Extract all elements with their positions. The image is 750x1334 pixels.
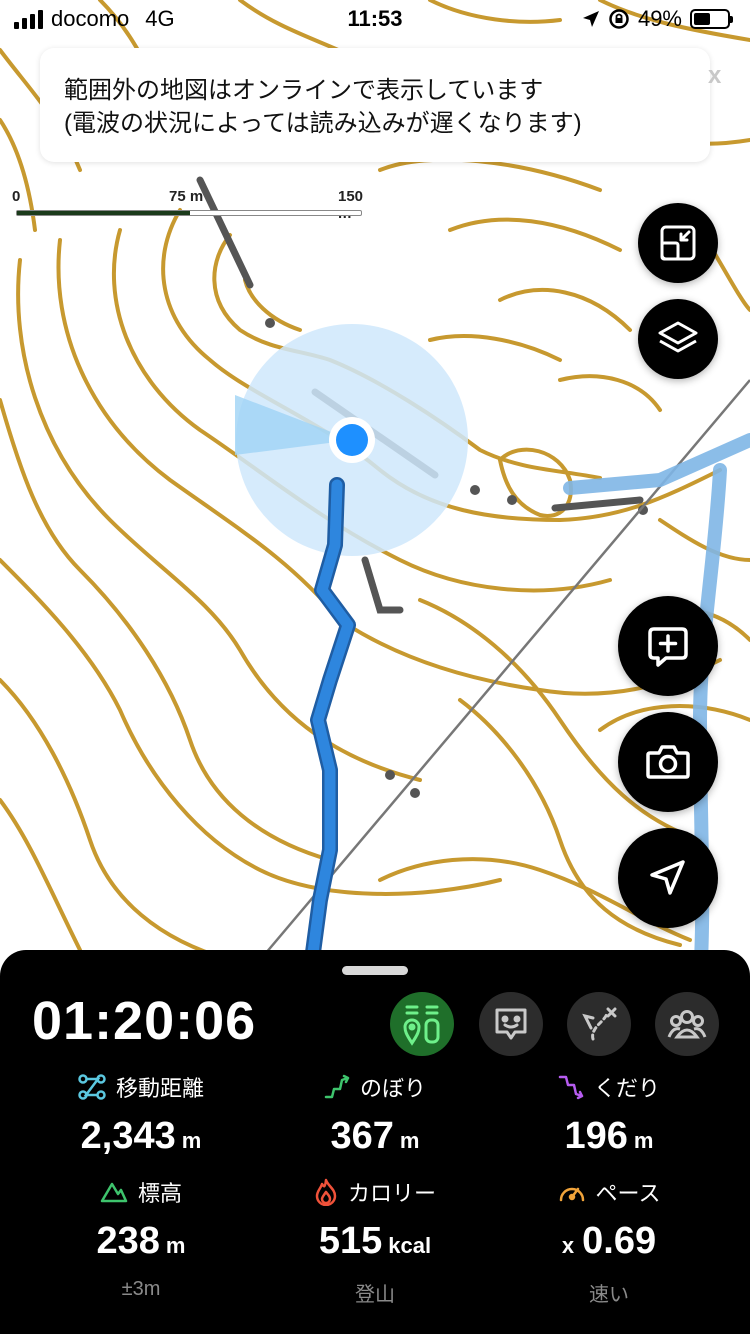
stat-calories-activity: 登山: [355, 1284, 395, 1306]
camera-button[interactable]: [618, 712, 718, 812]
route-pin-icon: [403, 1005, 440, 1046]
branch-route-mode-button[interactable]: [567, 992, 631, 1056]
panel-drag-handle[interactable]: [342, 966, 408, 975]
stat-ascent-head: のぼり: [250, 1072, 500, 1102]
topo-map[interactable]: 範囲外の地図はオンラインで表示しています (電波の状況によっては読み込みが遅くな…: [0, 0, 750, 1000]
stat-elevation-unit: m: [165, 1233, 186, 1258]
offline-map-notice: 範囲外の地図はオンラインで表示しています (電波の状況によっては読み込みが遅くな…: [40, 48, 710, 162]
battery-fill: [694, 13, 710, 25]
stat-pace-prefix: x: [561, 1233, 575, 1258]
fit-view-button[interactable]: [638, 203, 718, 283]
face-mode-button[interactable]: [479, 992, 543, 1056]
stat-descent-label: くだり: [593, 1076, 660, 1101]
stat-elevation-head: 標高: [16, 1177, 266, 1207]
stat-calories-label: カロリー: [347, 1181, 436, 1206]
scale-bar-track: [16, 210, 362, 216]
scale-label-150: 150 m: [338, 188, 364, 222]
battery-icon: [690, 9, 733, 29]
descent-icon: [558, 1075, 584, 1100]
stat-pace-label: ペース: [595, 1181, 661, 1206]
status-right: 49%: [582, 6, 733, 32]
stat-ascent-value: 367: [330, 1115, 394, 1157]
add-memo-icon: [648, 627, 688, 667]
map-scale-bar: 0 75 m 150 m: [12, 188, 374, 228]
stat-distance-value: 2,343: [80, 1115, 176, 1157]
stat-elevation-accuracy: ±3m: [121, 1278, 161, 1300]
flame-icon: [315, 1178, 337, 1206]
stat-ascent: のぼり 367 m: [250, 1072, 500, 1163]
stat-distance-unit: m: [181, 1128, 202, 1153]
stat-descent: くだり 196 m: [484, 1072, 734, 1163]
stat-calories: カロリー 515 kcal 登山: [250, 1177, 500, 1307]
orientation-lock-icon: [609, 9, 629, 29]
layers-icon: [658, 321, 698, 353]
face-icon: [495, 1008, 527, 1040]
mountain-icon: [100, 1182, 128, 1203]
stat-descent-unit: m: [633, 1128, 654, 1153]
route-pin-mode-button[interactable]: [390, 992, 454, 1056]
stat-ascent-unit: m: [399, 1128, 420, 1153]
stat-pace-value: 0.69: [582, 1220, 657, 1262]
add-memo-button[interactable]: [618, 596, 718, 696]
speedometer-icon: [559, 1187, 584, 1202]
layers-button[interactable]: [638, 299, 718, 379]
location-arrow-icon: [582, 11, 599, 27]
stat-distance-label: 移動距離: [115, 1076, 204, 1101]
branch-route-icon: [582, 1007, 617, 1041]
distance-icon: [78, 1074, 106, 1100]
stat-pace-rating: 速い: [589, 1284, 629, 1306]
stat-descent-head: くだり: [484, 1072, 734, 1102]
notice-close-button[interactable]: x: [708, 62, 721, 90]
elapsed-time: 01:20:06: [32, 991, 257, 1051]
notice-line-1: 範囲外の地図はオンラインで表示しています: [64, 77, 544, 104]
stat-distance-head: 移動距離: [16, 1072, 266, 1102]
scale-label-75: 75 m: [169, 188, 204, 205]
scale-label-0: 0: [12, 188, 21, 205]
stat-pace-head: ペース: [484, 1177, 734, 1207]
locate-button[interactable]: [618, 828, 718, 928]
notice-line-2: (電波の状況によっては読み込みが遅くなります): [64, 110, 582, 137]
stat-elevation-label: 標高: [137, 1181, 182, 1206]
battery-percent: 49%: [637, 6, 682, 31]
stat-pace: ペース x 0.69 速い: [484, 1177, 734, 1307]
stat-ascent-label: のぼり: [359, 1076, 426, 1101]
fit-view-icon: [660, 225, 696, 261]
group-mode-button[interactable]: [655, 992, 719, 1056]
stat-calories-value: 515: [318, 1220, 383, 1262]
scale-bar-segment: [17, 211, 190, 215]
group-icon: [667, 1010, 707, 1039]
camera-icon: [646, 745, 690, 779]
stat-distance: 移動距離 2,343 m: [16, 1072, 266, 1163]
stat-elevation-value: 238: [96, 1220, 160, 1262]
locate-icon: [650, 860, 685, 895]
stat-calories-unit: kcal: [388, 1233, 432, 1258]
activity-panel: 01:20:06 移動距離 2,343 m のぼり 367 m くだり 196 …: [0, 950, 750, 1334]
stat-elevation: 標高 238 m ±3m: [16, 1177, 266, 1301]
stat-calories-head: カロリー: [250, 1177, 500, 1207]
stat-descent-value: 196: [564, 1115, 628, 1157]
status-bar: docomo 4G 11:53 49%: [0, 0, 750, 40]
ascent-icon: [324, 1074, 350, 1099]
